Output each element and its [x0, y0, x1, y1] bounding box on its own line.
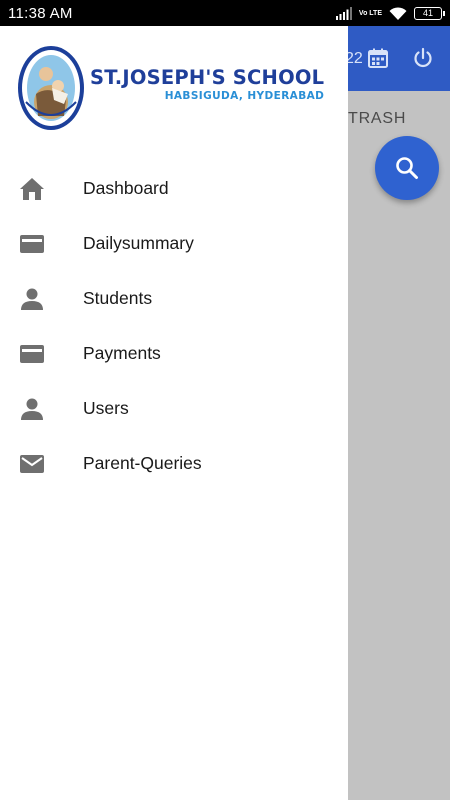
school-name: ST.JOSEPH'S SCHOOL	[90, 66, 325, 89]
menu-item-parent-queries[interactable]: Parent-Queries	[0, 436, 348, 491]
search-icon	[396, 157, 418, 179]
menu-item-users[interactable]: Users	[0, 381, 348, 436]
menu-label: Users	[83, 398, 129, 418]
school-logo: ST.JOSEPH'S SCHOOL HABSIGUDA, HYDERABAD	[16, 44, 336, 134]
school-wordmark: ST.JOSEPH'S SCHOOL HABSIGUDA, HYDERABAD	[90, 66, 324, 102]
drawer-menu: Dashboard Dailysummary Students Payments…	[0, 161, 348, 491]
search-button[interactable]	[375, 136, 439, 200]
mail-icon	[18, 450, 46, 478]
school-location: HABSIGUDA, HYDERABAD	[164, 90, 325, 102]
tab-trash[interactable]: TRASH	[348, 110, 406, 128]
credit-card-icon	[18, 340, 46, 368]
volte-icon: Vo LTE	[358, 9, 382, 17]
menu-item-students[interactable]: Students	[0, 271, 348, 326]
school-crest-icon	[18, 46, 84, 130]
navigation-drawer: ST.JOSEPH'S SCHOOL HABSIGUDA, HYDERABAD …	[0, 26, 348, 800]
calendar-icon[interactable]	[368, 48, 388, 68]
menu-label: Students	[83, 288, 153, 308]
person-icon	[18, 395, 46, 423]
status-time: 11:38 AM	[8, 4, 73, 22]
menu-item-dailysummary[interactable]: Dailysummary	[0, 216, 348, 271]
menu-label: Payments	[83, 343, 161, 363]
wifi-icon	[389, 6, 407, 20]
menu-item-payments[interactable]: Payments	[0, 326, 348, 381]
menu-label: Parent-Queries	[83, 453, 202, 473]
menu-item-dashboard[interactable]: Dashboard	[0, 161, 348, 216]
person-icon	[18, 285, 46, 313]
battery-icon: 41	[414, 6, 445, 20]
menu-label: Dailysummary	[83, 233, 194, 253]
signal-icon	[335, 6, 352, 20]
credit-card-icon	[18, 230, 46, 258]
power-icon[interactable]	[412, 47, 434, 69]
status-bar: 11:38 AM Vo LTE 41	[0, 0, 450, 26]
menu-label: Dashboard	[83, 178, 169, 198]
home-icon	[18, 175, 46, 203]
status-icons: Vo LTE 41	[335, 6, 445, 20]
